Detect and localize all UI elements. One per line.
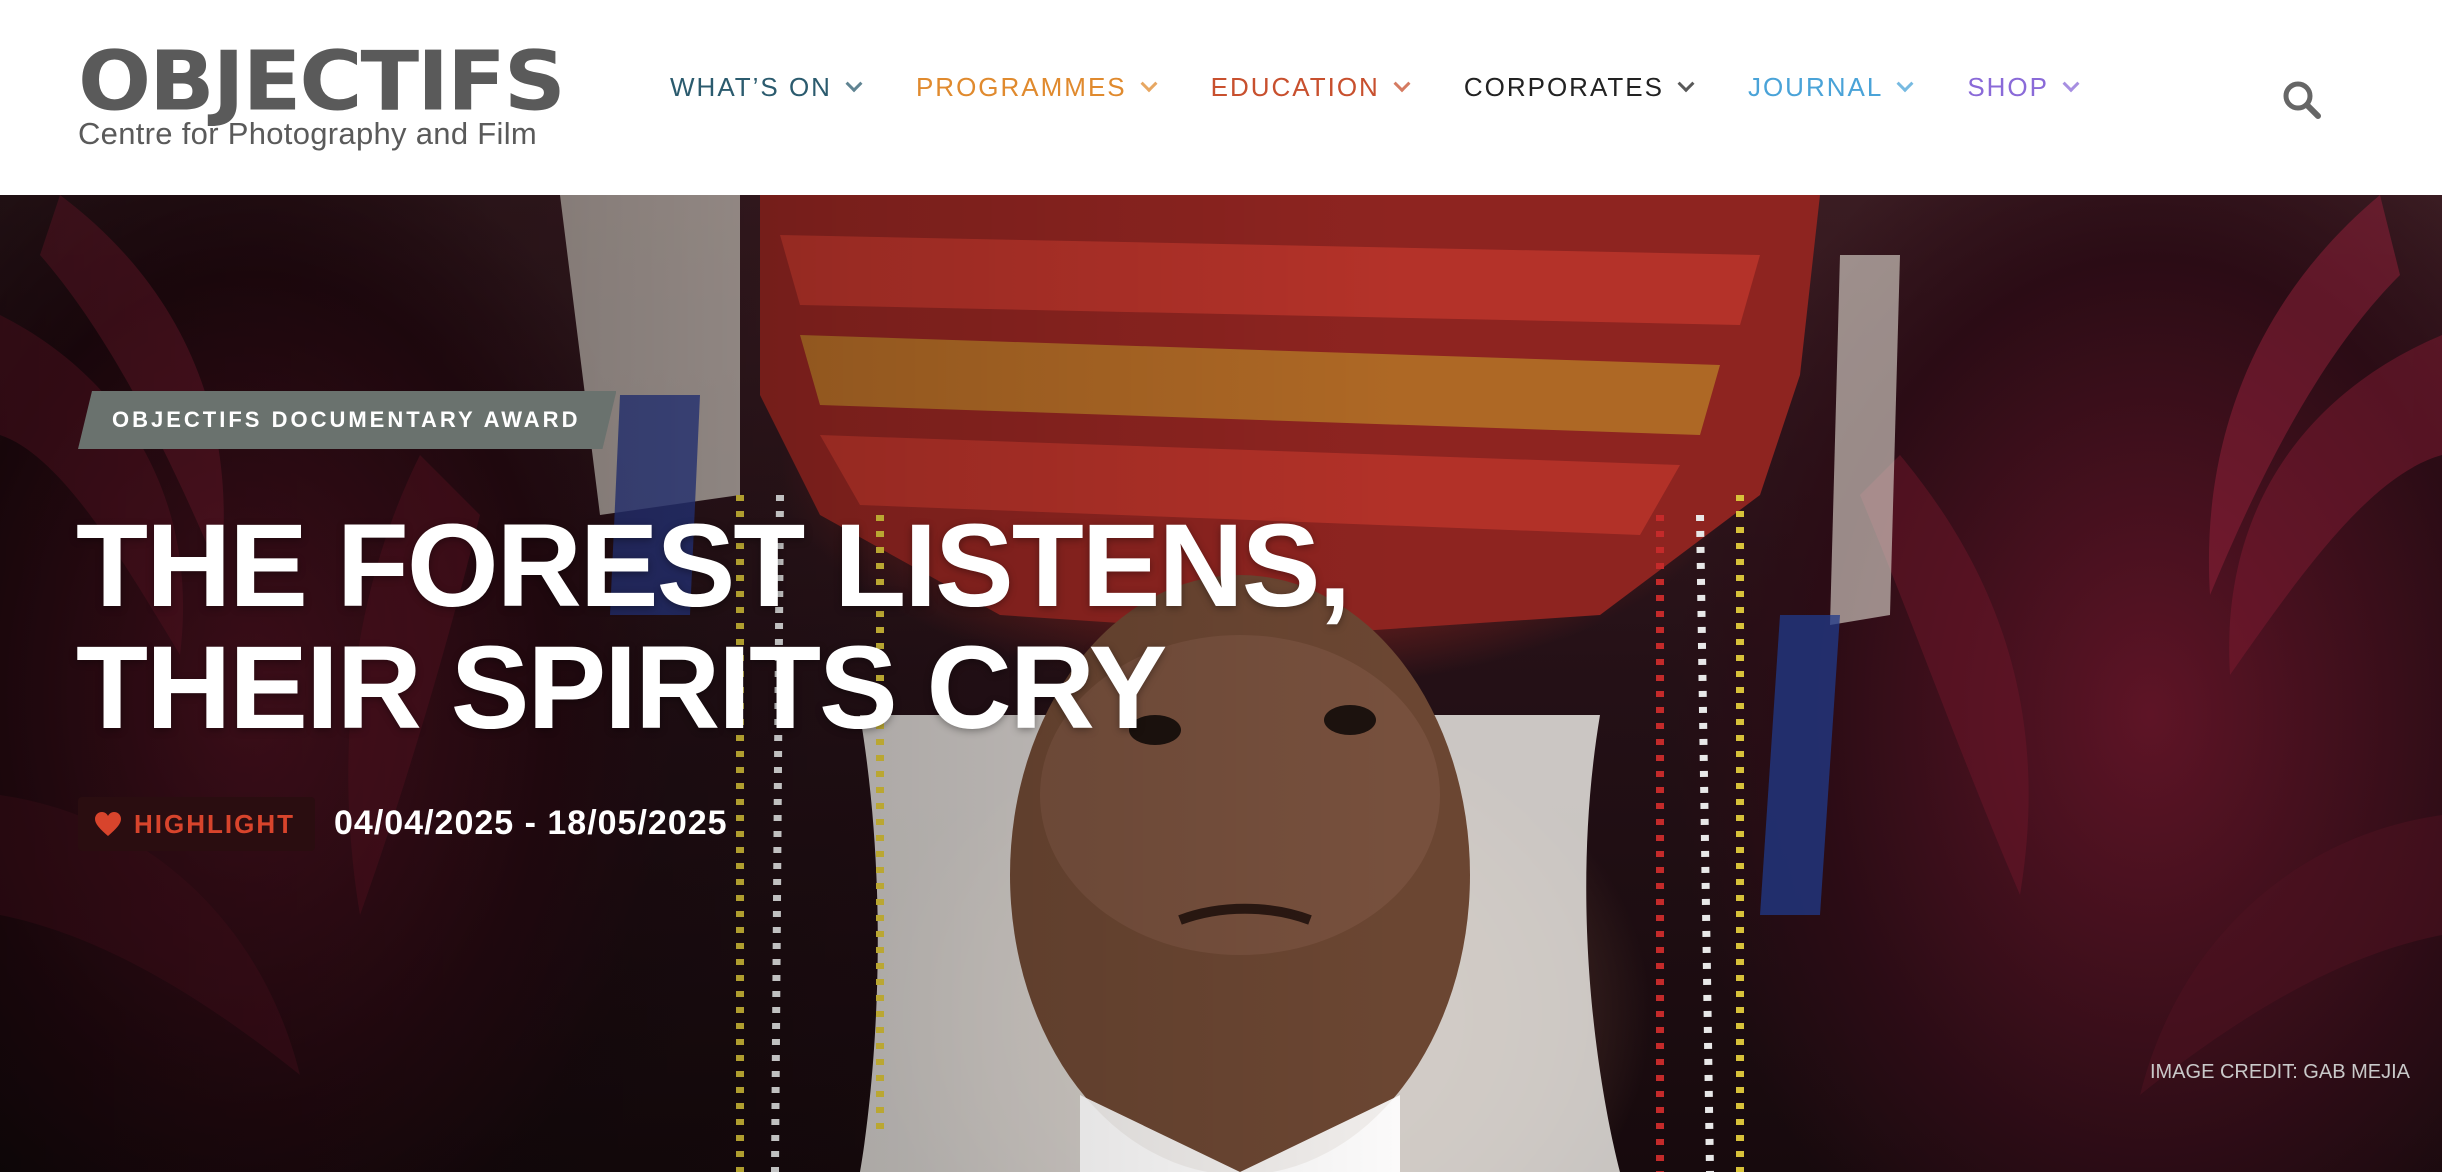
nav-item-label: PROGRAMMES <box>915 72 1127 102</box>
nav-item-shop[interactable]: SHOP <box>1967 72 2080 103</box>
page-title: THE FOREST LISTENS, THEIR SPIRITS CRY <box>76 500 1351 754</box>
search-icon <box>2283 81 2321 119</box>
title-line-1: THE FOREST LISTENS, <box>76 500 1351 632</box>
nav-item-journal[interactable]: JOURNAL <box>1747 72 1914 103</box>
nav-item-label: JOURNAL <box>1747 72 1884 102</box>
nav-item-education[interactable]: EDUCATION <box>1210 72 1411 103</box>
chevron-down-icon <box>1140 74 1158 92</box>
nav-item-corporates[interactable]: CORPORATES <box>1463 72 1695 103</box>
chevron-down-icon <box>1393 74 1411 92</box>
main-nav: WHAT’S ON PROGRAMMES EDUCATION CORPORATE… <box>670 72 2133 103</box>
heart-icon <box>95 812 121 836</box>
title-line-2: THEIR SPIRITS CRY <box>76 622 1167 754</box>
site-header: OBJECTIFS Centre for Photography and Fil… <box>0 0 2442 195</box>
category-badge[interactable]: OBJECTIFS DOCUMENTARY AWARD <box>78 391 616 449</box>
nav-item-label: WHAT’S ON <box>670 72 832 102</box>
nav-item-programmes[interactable]: PROGRAMMES <box>915 72 1158 103</box>
chevron-down-icon <box>845 74 863 92</box>
nav-item-whats-on[interactable]: WHAT’S ON <box>670 72 863 103</box>
search-button[interactable] <box>2280 78 2324 122</box>
image-credit: IMAGE CREDIT: GAB MEJIA <box>2149 1061 2410 1083</box>
highlight-label: HIGHLIGHT <box>134 808 295 839</box>
site-logo[interactable]: OBJECTIFS Centre for Photography and Fil… <box>78 34 578 152</box>
chevron-down-icon <box>1896 74 1914 92</box>
chevron-down-icon <box>1677 74 1695 92</box>
hero-banner: OBJECTIFS DOCUMENTARY AWARD THE FOREST L… <box>0 195 2442 1172</box>
logo-wordmark: OBJECTIFS <box>78 34 566 130</box>
event-dates: 04/04/2025 - 18/05/2025 <box>334 804 728 842</box>
nav-item-label: SHOP <box>1967 72 2049 102</box>
nav-item-label: EDUCATION <box>1210 72 1380 102</box>
nav-item-label: CORPORATES <box>1463 72 1664 102</box>
highlight-badge: HIGHLIGHT <box>78 797 315 851</box>
chevron-down-icon <box>2062 74 2080 92</box>
